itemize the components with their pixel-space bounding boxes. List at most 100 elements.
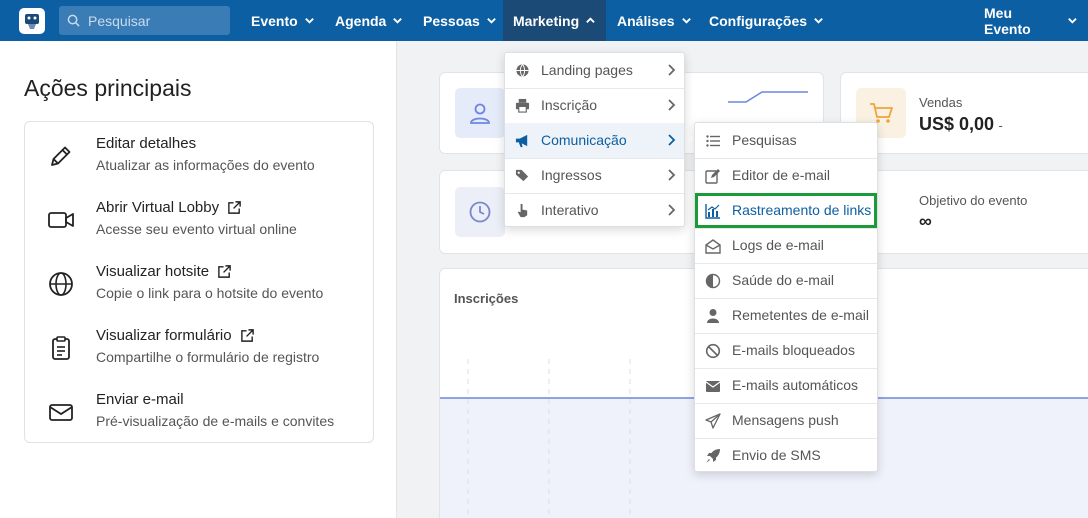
action-edit-details[interactable]: Editar detalhes Atualizar as informações… xyxy=(25,122,373,186)
video-camera-icon xyxy=(48,212,74,228)
nav-analises-label: Análises xyxy=(617,12,675,29)
menu-item-comunicacao[interactable]: Comunicação xyxy=(505,123,684,158)
chevron-down-icon xyxy=(304,18,314,24)
page-title: Ações principais xyxy=(24,75,192,101)
nav-agenda[interactable]: Agenda xyxy=(325,0,413,41)
envelope-open-icon xyxy=(705,239,721,254)
nav-pessoas[interactable]: Pessoas xyxy=(413,0,507,41)
paper-plane-icon xyxy=(705,413,721,429)
action-send-email[interactable]: Enviar e-mail Pré-visualização de e-mail… xyxy=(25,378,373,442)
submenu-item-remetentes-email[interactable]: Remetentes de e-mail xyxy=(695,298,877,333)
submenu-item-mensagens-push[interactable]: Mensagens push xyxy=(695,403,877,438)
action-title: Visualizar hotsite xyxy=(96,263,232,280)
nav-pessoas-label: Pessoas xyxy=(423,12,480,29)
chevron-down-icon xyxy=(393,18,403,24)
submenu-item-label: Logs de e-mail xyxy=(732,237,824,253)
nav-marketing[interactable]: Marketing xyxy=(503,0,606,41)
nav-meu-evento[interactable]: Meu Evento xyxy=(974,0,1088,41)
sales-suffix: - xyxy=(998,118,1003,133)
user-icon xyxy=(707,309,719,323)
list-icon xyxy=(706,135,720,147)
submenu-item-label: Pesquisas xyxy=(732,132,797,148)
chevron-right-icon xyxy=(668,204,676,216)
nav-evento-label: Evento xyxy=(251,12,298,29)
submenu-item-editor-email[interactable]: Editor de e-mail xyxy=(695,158,877,193)
communication-submenu: Pesquisas Editor de e-mail Rastreamento … xyxy=(694,122,878,472)
logo-icon xyxy=(25,14,39,29)
left-panel: Ações principais Editar detalhes Atualiz… xyxy=(0,41,397,518)
chevron-right-icon xyxy=(668,64,676,76)
submenu-item-envio-sms[interactable]: Envio de SMS xyxy=(695,438,877,473)
chevron-down-icon xyxy=(487,18,496,24)
submenu-item-rastreamento-links[interactable]: Rastreamento de links xyxy=(695,193,877,228)
submenu-item-logs-email[interactable]: Logs de e-mail xyxy=(695,228,877,263)
ban-icon xyxy=(705,343,721,359)
external-link-icon xyxy=(240,329,254,342)
menu-item-interativo[interactable]: Interativo xyxy=(505,193,684,228)
app-logo[interactable] xyxy=(19,8,45,34)
submenu-item-emails-bloqueados[interactable]: E-mails bloqueados xyxy=(695,333,877,368)
top-navbar: Pesquisar Evento Agenda Pessoas Marketin… xyxy=(0,0,1088,41)
submenu-item-pesquisas[interactable]: Pesquisas xyxy=(695,123,877,158)
nav-analises[interactable]: Análises xyxy=(607,0,702,41)
globe-icon xyxy=(49,272,73,296)
action-title: Enviar e-mail xyxy=(96,391,184,408)
edit-icon xyxy=(705,169,720,184)
menu-item-ingressos[interactable]: Ingressos xyxy=(505,158,684,193)
action-title-text: Visualizar formulário xyxy=(96,327,232,344)
submenu-item-label: Remetentes de e-mail xyxy=(732,307,869,323)
globe-icon xyxy=(516,64,529,77)
nav-marketing-label: Marketing xyxy=(513,12,580,29)
action-title: Abrir Virtual Lobby xyxy=(96,199,242,216)
search-icon xyxy=(67,14,80,27)
action-subtitle: Pré-visualização de e-mails e convites xyxy=(96,413,335,429)
sales-value: US$ 0,00 xyxy=(919,114,995,134)
submenu-item-saude-email[interactable]: Saúde do e-mail xyxy=(695,263,877,298)
nav-configuracoes-label: Configurações xyxy=(709,12,808,29)
submenu-item-label: E-mails automáticos xyxy=(732,377,859,393)
submenu-item-emails-automaticos[interactable]: E-mails automáticos xyxy=(695,368,877,403)
external-link-icon xyxy=(218,265,231,278)
action-subtitle: Acesse seu evento virtual online xyxy=(96,221,297,237)
chevron-right-icon xyxy=(668,99,676,111)
half-circle-icon xyxy=(705,273,721,289)
action-title: Editar detalhes xyxy=(96,135,197,152)
action-subtitle: Compartilhe o formulário de registro xyxy=(96,349,320,365)
action-title: Visualizar formulário xyxy=(96,327,255,344)
sales-value-row: US$ 0,00 - xyxy=(919,114,1003,135)
action-title-text: Abrir Virtual Lobby xyxy=(96,199,220,216)
menu-item-label: Ingressos xyxy=(541,167,602,183)
envelope-icon xyxy=(705,381,721,392)
goal-label: Objetivo do evento xyxy=(919,193,1028,208)
tags-icon xyxy=(515,169,529,182)
action-view-hotsite[interactable]: Visualizar hotsite Copie o link para o h… xyxy=(25,250,373,314)
printer-icon xyxy=(515,98,530,113)
action-open-virtual-lobby[interactable]: Abrir Virtual Lobby Acesse seu evento vi… xyxy=(25,186,373,250)
clipboard-icon xyxy=(52,336,70,360)
menu-item-inscricao[interactable]: Inscrição xyxy=(505,88,684,123)
search-placeholder: Pesquisar xyxy=(88,12,151,29)
action-title-text: Visualizar hotsite xyxy=(96,263,210,280)
nav-configuracoes[interactable]: Configurações xyxy=(699,0,834,41)
action-subtitle: Copie o link para o hotsite do evento xyxy=(96,285,324,301)
clock-icon xyxy=(455,187,505,237)
chevron-right-icon xyxy=(668,169,676,181)
chart-line-icon xyxy=(705,204,720,219)
chevron-up-icon xyxy=(586,17,595,23)
search-input[interactable]: Pesquisar xyxy=(59,6,230,35)
chevron-down-icon xyxy=(814,18,823,24)
action-view-form[interactable]: Visualizar formulário Compartilhe o form… xyxy=(25,314,373,378)
submenu-item-label: Rastreamento de links xyxy=(732,202,872,218)
nav-evento[interactable]: Evento xyxy=(241,0,325,41)
sparkline xyxy=(728,91,808,103)
envelope-icon xyxy=(49,404,73,421)
external-link-icon xyxy=(228,201,241,214)
menu-item-label: Landing pages xyxy=(541,62,633,78)
menu-item-landing-pages[interactable]: Landing pages xyxy=(505,53,684,88)
hand-pointer-icon xyxy=(517,203,528,218)
menu-item-label: Inscrição xyxy=(541,97,598,113)
menu-item-label: Comunicação xyxy=(541,132,627,148)
sales-label: Vendas xyxy=(919,95,963,110)
action-subtitle: Atualizar as informações do evento xyxy=(96,157,315,173)
pencil-icon xyxy=(51,146,71,166)
